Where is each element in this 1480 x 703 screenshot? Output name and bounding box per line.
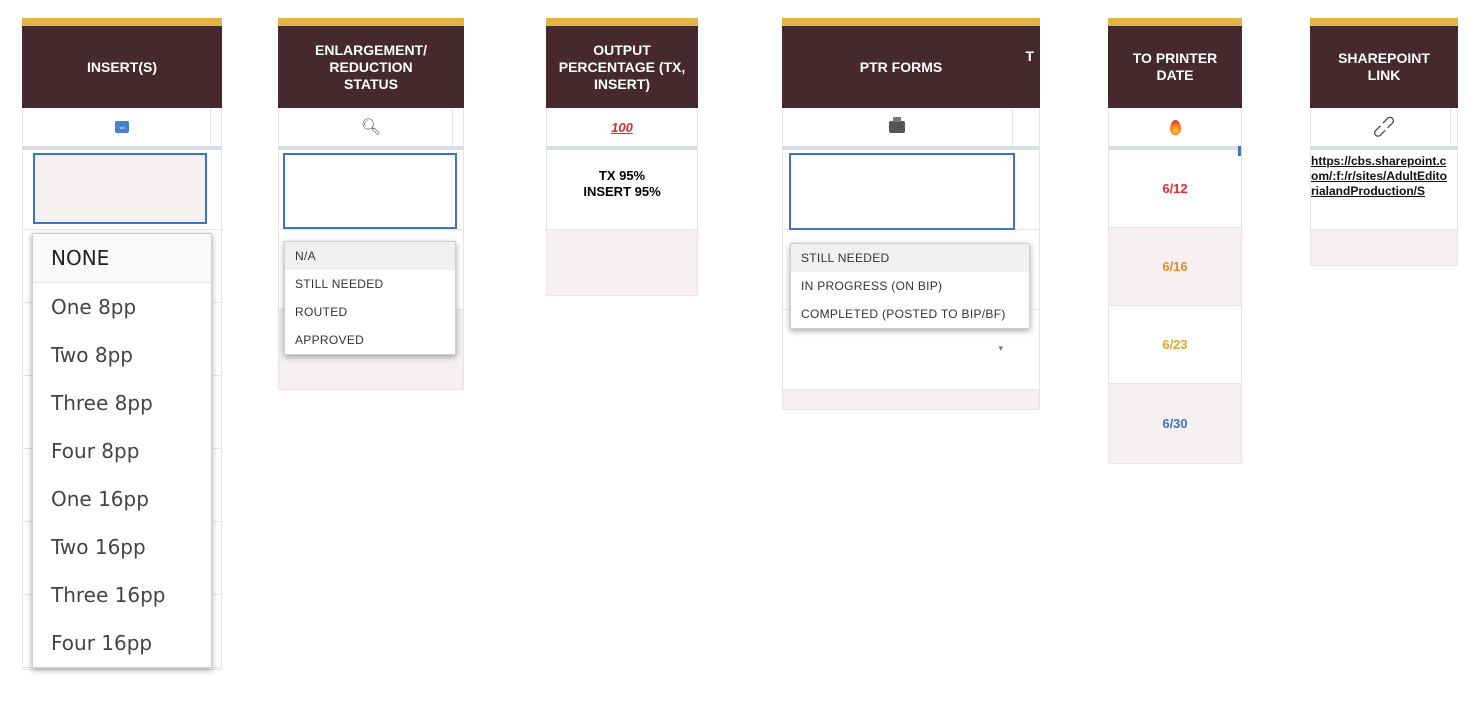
enlargement-dropdown-menu: N/A STILL NEEDED ROUTED APPROVED (284, 241, 456, 355)
selected-cell-outline (789, 153, 1015, 230)
column-divider (1012, 108, 1039, 146)
printer-date-cell[interactable]: 6/16 (1108, 228, 1242, 306)
sharepoint-icon-cell: ⊂⊃ (1310, 108, 1458, 150)
selected-cell-outline (283, 153, 457, 229)
sharepoint-column: SHAREPOINT LINK ⊂⊃ https://cbs.sharepoin… (1310, 18, 1458, 266)
inserts-dropdown-menu: NONE One 8pp Two 8pp Three 8pp Four 8pp … (32, 233, 212, 668)
output-icon-cell: 100 (546, 108, 698, 150)
inserts-active-cell[interactable] (22, 150, 222, 230)
hundred-points-icon: 100 (611, 119, 633, 135)
printer-icon (889, 117, 905, 133)
printer-date-column: TO PRINTER DATE 6/12 6/16 6/23 6/30 (1108, 18, 1242, 464)
printer-date-cell[interactable]: 6/12 (1108, 146, 1242, 228)
header-accent-bar (1108, 18, 1242, 26)
header-accent-bar (1310, 18, 1458, 26)
left-right-arrow-icon: ⇔ (115, 121, 129, 133)
enlargement-icon-cell: 🔍︎ (278, 108, 464, 150)
sharepoint-header[interactable]: SHAREPOINT LINK (1310, 26, 1458, 108)
printer-date-value: 6/23 (1162, 337, 1188, 352)
output-value-cell[interactable]: TX 95% INSERT 95% (546, 150, 698, 230)
dropdown-option[interactable]: Four 8pp (33, 427, 211, 475)
next-header-clipped: T (1025, 48, 1034, 64)
output-tx-value: TX 95% (598, 168, 646, 183)
dropdown-option[interactable]: One 8pp (33, 283, 211, 331)
enlargement-active-cell[interactable] (278, 150, 464, 230)
ptr-active-cell[interactable] (782, 150, 1040, 230)
inserts-icon-cell: ⇔ (22, 108, 222, 150)
column-divider (1450, 108, 1457, 146)
fire-icon (1169, 119, 1181, 135)
ptr-header-label: PTR FORMS (859, 58, 943, 75)
dropdown-option[interactable]: APPROVED (285, 326, 455, 354)
printer-date-cell[interactable]: 6/23 (1108, 306, 1242, 384)
output-column: OUTPUT PERCENTAGE (TX, INSERT) 100 TX 95… (546, 18, 698, 296)
dropdown-caret-icon[interactable]: ▾ (998, 343, 1003, 354)
ptr-header[interactable]: PTR FORMS T (782, 26, 1040, 108)
dropdown-option[interactable]: COMPLETED (POSTED TO BIP/BF) (791, 300, 1029, 328)
dropdown-option[interactable]: IN PROGRESS (ON BIP) (791, 272, 1029, 300)
output-insert-value: INSERT 95% (583, 184, 661, 199)
printer-date-value: 6/16 (1162, 259, 1188, 274)
printer-date-icon-cell (1108, 108, 1242, 150)
selected-cell-outline (33, 153, 207, 224)
dropdown-option[interactable]: STILL NEEDED (791, 244, 1029, 272)
printer-date-cell[interactable]: 6/30 (1108, 384, 1242, 464)
printer-date-value: 6/30 (1162, 416, 1188, 431)
inserts-header[interactable]: INSERT(S) (22, 26, 222, 108)
column-divider (452, 108, 463, 146)
header-accent-bar (782, 18, 1040, 26)
dropdown-option-none[interactable]: NONE (33, 234, 211, 283)
ptr-dropdown-menu: STILL NEEDED IN PROGRESS (ON BIP) COMPLE… (790, 243, 1030, 329)
sharepoint-link[interactable]: https://cbs.sharepoint.com/:f:/r/sites/A… (1311, 150, 1455, 226)
ptr-column: PTR FORMS T ▾ (782, 18, 1040, 410)
magnifier-icon: 🔍︎ (360, 119, 382, 136)
printer-date-value: 6/12 (1162, 181, 1188, 196)
dropdown-option[interactable]: Three 8pp (33, 379, 211, 427)
sharepoint-link-cell[interactable]: https://cbs.sharepoint.com/:f:/r/sites/A… (1310, 150, 1458, 230)
enlargement-header[interactable]: ENLARGEMENT/ REDUCTION STATUS (278, 26, 464, 108)
sharepoint-row-cell[interactable] (1310, 230, 1458, 266)
header-accent-bar (546, 18, 698, 26)
dropdown-option[interactable]: STILL NEEDED (285, 270, 455, 298)
output-header[interactable]: OUTPUT PERCENTAGE (TX, INSERT) (546, 26, 698, 108)
dropdown-option[interactable]: Two 16pp (33, 523, 211, 571)
dropdown-option[interactable]: Two 8pp (33, 331, 211, 379)
cell-border-marker (1238, 146, 1241, 156)
dropdown-option[interactable]: One 16pp (33, 475, 211, 523)
header-accent-bar (278, 18, 464, 26)
ptr-row-cell[interactable] (782, 390, 1040, 410)
dropdown-option[interactable]: Four 16pp (33, 619, 211, 667)
dropdown-option[interactable]: Three 16pp (33, 571, 211, 619)
dropdown-option[interactable]: ROUTED (285, 298, 455, 326)
ptr-icon-cell (782, 108, 1040, 150)
header-accent-bar (22, 18, 222, 26)
printer-date-header[interactable]: TO PRINTER DATE (1108, 26, 1242, 108)
link-icon: ⊂⊃ (1366, 109, 1401, 144)
dropdown-option[interactable]: N/A (285, 242, 455, 270)
column-divider (210, 108, 221, 146)
output-row-cell[interactable] (546, 230, 698, 296)
